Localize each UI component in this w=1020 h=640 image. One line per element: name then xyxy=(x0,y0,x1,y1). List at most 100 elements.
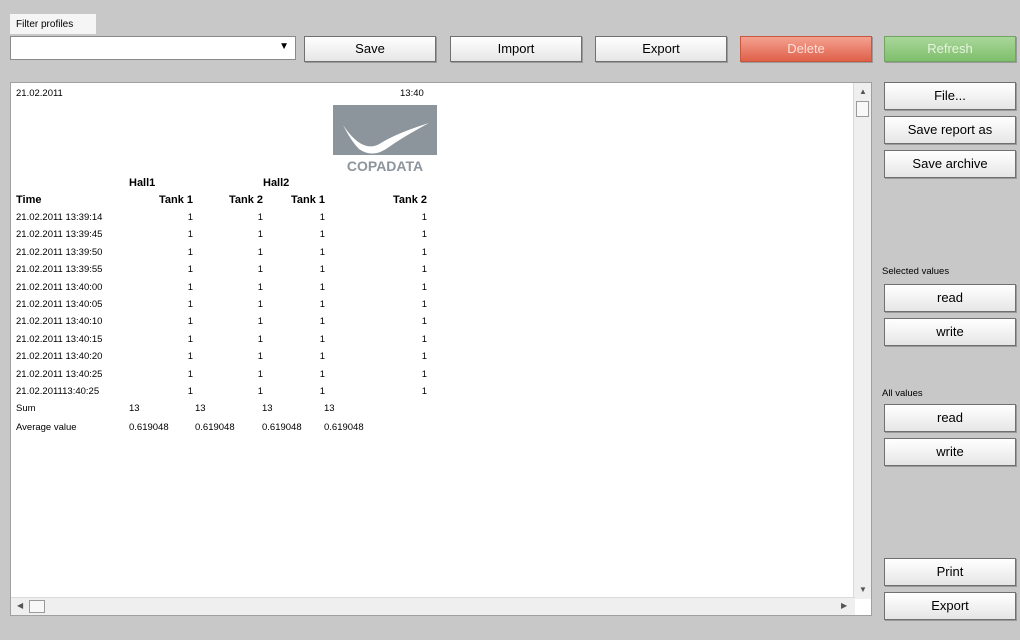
row-value: 1 xyxy=(257,333,263,345)
import-button[interactable]: Import xyxy=(450,36,582,62)
row-value: 1 xyxy=(187,386,193,397)
column-header: Tank 2 xyxy=(392,194,427,206)
column-header-time: Time xyxy=(16,194,42,206)
row-value: 1 xyxy=(421,368,427,380)
row-value: 1 xyxy=(257,229,263,241)
row-value: 1 xyxy=(187,299,193,310)
row-value: 1 xyxy=(187,281,193,293)
sidebar-export-button[interactable]: Export xyxy=(884,592,1016,620)
filter-profiles-combo[interactable]: ▼ xyxy=(10,36,296,60)
row-value: 1 xyxy=(257,316,263,328)
row-value: 1 xyxy=(319,264,325,276)
average-value: 0.619048 xyxy=(324,422,364,433)
average-value: 0.619048 xyxy=(195,422,235,433)
scroll-left-icon[interactable]: ◀ xyxy=(17,601,23,610)
row-value: 1 xyxy=(421,246,427,258)
save-button[interactable]: Save xyxy=(304,36,436,62)
row-time: 21.02.2011 13:39:50 xyxy=(16,246,103,258)
file-button[interactable]: File... xyxy=(884,82,1016,110)
sum-label: Sum xyxy=(16,403,36,414)
sum-value: 13 xyxy=(129,403,140,414)
save-archive-button[interactable]: Save archive xyxy=(884,150,1016,178)
row-value: 1 xyxy=(421,299,427,310)
row-value: 1 xyxy=(319,333,325,345)
all-values-label: All values xyxy=(882,388,923,399)
vertical-scroll-thumb[interactable] xyxy=(856,101,869,117)
row-value: 1 xyxy=(257,386,263,397)
row-value: 1 xyxy=(421,351,427,363)
row-value: 1 xyxy=(319,386,325,397)
row-value: 1 xyxy=(257,299,263,310)
average-value: 0.619048 xyxy=(129,422,169,433)
row-value: 1 xyxy=(319,299,325,310)
row-value: 1 xyxy=(319,246,325,258)
vertical-scrollbar[interactable]: ▲ ▼ xyxy=(853,83,871,599)
row-value: 1 xyxy=(187,333,193,345)
group-header: Hall2 xyxy=(263,177,290,189)
row-time: 21.02.2011 13:40:15 xyxy=(16,333,103,345)
average-value: 0.619048 xyxy=(262,422,302,433)
row-value: 1 xyxy=(257,212,263,223)
row-value: 1 xyxy=(421,281,427,293)
print-button[interactable]: Print xyxy=(884,558,1016,586)
row-time: 21.02.2011 13:40:25 xyxy=(16,368,103,380)
filter-profiles-label: Filter profiles xyxy=(10,14,96,34)
selected-read-button[interactable]: read xyxy=(884,284,1016,312)
scroll-down-icon[interactable]: ▼ xyxy=(859,585,867,594)
row-value: 1 xyxy=(257,281,263,293)
refresh-button[interactable]: Refresh xyxy=(884,36,1016,62)
horizontal-scrollbar[interactable]: ◀ ▶ xyxy=(11,597,855,615)
row-time: 21.02.2011 13:39:55 xyxy=(16,264,103,276)
sum-value: 13 xyxy=(262,403,273,414)
sum-value: 13 xyxy=(195,403,206,414)
row-value: 1 xyxy=(187,351,193,363)
row-time: 21.02.2011 13:40:10 xyxy=(16,316,103,328)
delete-button[interactable]: Delete xyxy=(740,36,872,62)
copadata-logo: COPADATA xyxy=(333,105,437,173)
scroll-right-icon[interactable]: ▶ xyxy=(841,601,847,610)
row-value: 1 xyxy=(421,316,427,328)
selected-values-label: Selected values xyxy=(882,266,950,277)
dropdown-arrow-icon[interactable]: ▼ xyxy=(279,41,289,52)
row-value: 1 xyxy=(187,316,193,328)
row-value: 1 xyxy=(257,264,263,276)
all-read-button[interactable]: read xyxy=(884,404,1016,432)
row-value: 1 xyxy=(319,316,325,328)
all-write-button[interactable]: write xyxy=(884,438,1016,466)
column-header: Tank 1 xyxy=(158,194,193,206)
row-time: 21.02.2011 13:39:45 xyxy=(16,229,103,241)
selected-write-button[interactable]: write xyxy=(884,318,1016,346)
row-value: 1 xyxy=(257,246,263,258)
save-report-as-button[interactable]: Save report as xyxy=(884,116,1016,144)
row-value: 1 xyxy=(187,264,193,276)
export-button[interactable]: Export xyxy=(595,36,727,62)
row-time: 21.02.2011 13:40:20 xyxy=(16,351,103,363)
logo-text: COPADATA xyxy=(347,158,423,173)
sum-value: 13 xyxy=(324,403,335,414)
report-view[interactable]: 21.02.2011 13:40 COPADATA Hall1 Hall2 Ti… xyxy=(10,82,872,616)
row-value: 1 xyxy=(319,281,325,293)
row-value: 1 xyxy=(421,333,427,345)
row-value: 1 xyxy=(421,264,427,276)
row-value: 1 xyxy=(187,368,193,380)
scroll-up-icon[interactable]: ▲ xyxy=(859,87,867,96)
column-header: Tank 1 xyxy=(290,194,325,206)
horizontal-scroll-thumb[interactable] xyxy=(29,600,45,613)
report-time: 13:40 xyxy=(400,88,424,99)
row-value: 1 xyxy=(319,351,325,363)
column-header: Tank 2 xyxy=(228,194,263,206)
row-time: 21.02.201113:40:25 xyxy=(16,386,100,397)
row-value: 1 xyxy=(187,212,193,223)
group-header: Hall1 xyxy=(129,177,156,189)
row-value: 1 xyxy=(187,246,193,258)
row-value: 1 xyxy=(421,386,427,397)
row-time: 21.02.2011 13:40:00 xyxy=(16,281,103,293)
row-value: 1 xyxy=(257,351,263,363)
row-value: 1 xyxy=(319,212,325,223)
report-date: 21.02.2011 xyxy=(16,88,63,99)
row-time: 21.02.2011 13:39:14 xyxy=(16,212,103,223)
row-value: 1 xyxy=(421,229,427,241)
row-time: 21.02.2011 13:40:05 xyxy=(16,299,103,310)
row-value: 1 xyxy=(319,229,325,241)
row-value: 1 xyxy=(257,368,263,380)
